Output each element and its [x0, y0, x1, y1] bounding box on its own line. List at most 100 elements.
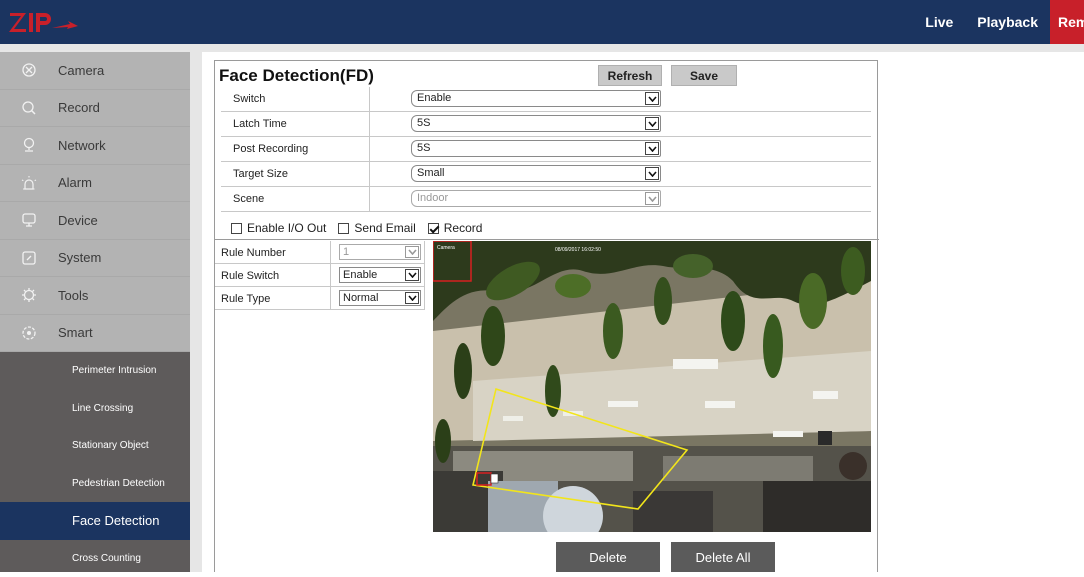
- page-title: Face Detection(FD): [219, 66, 374, 86]
- rule-number-value: 1: [343, 246, 349, 258]
- submenu-cross-counting[interactable]: Cross Counting: [0, 540, 190, 577]
- camera-scene-image: [433, 241, 871, 532]
- chevron-down-icon: [405, 246, 419, 258]
- sidebar-item-label: Smart: [58, 325, 93, 340]
- top-bar: Live Playback Rem: [0, 0, 1084, 44]
- target-size-row: Target Size Small: [221, 162, 871, 187]
- sidebar-item-camera[interactable]: Camera: [0, 52, 190, 90]
- checkbox-box[interactable]: [428, 223, 439, 234]
- scene-select[interactable]: Indoor: [411, 190, 661, 207]
- search-icon: [0, 100, 58, 116]
- post-recording-row: Post Recording 5S: [221, 137, 871, 162]
- enable-io-out-checkbox[interactable]: Enable I/O Out: [231, 221, 326, 235]
- record-label: Record: [444, 221, 483, 235]
- rule-type-value: Normal: [343, 292, 378, 304]
- submenu-face-detection[interactable]: Face Detection: [0, 502, 190, 540]
- sidebar-scrollbar[interactable]: [190, 52, 202, 572]
- sidebar-item-record[interactable]: Record: [0, 90, 190, 128]
- sidebar-item-tools[interactable]: Tools: [0, 277, 190, 315]
- sidebar-item-smart[interactable]: Smart: [0, 315, 190, 353]
- nav-remote[interactable]: Rem: [1050, 0, 1084, 44]
- rule-number-select[interactable]: 1: [339, 244, 421, 260]
- camera-name-overlay: Camera: [437, 245, 455, 251]
- save-button[interactable]: Save: [671, 65, 737, 86]
- sidebar-item-label: Alarm: [58, 175, 92, 190]
- divider: [369, 137, 370, 162]
- rule-type-label: Rule Type: [221, 293, 270, 305]
- sidebar-item-label: Record: [58, 100, 100, 115]
- nav-playback[interactable]: Playback: [965, 0, 1050, 44]
- submenu-pedestrian-detection[interactable]: Pedestrian Detection: [0, 465, 190, 503]
- chevron-down-icon: [405, 269, 419, 281]
- switch-select[interactable]: Enable: [411, 90, 661, 107]
- latch-time-row: Latch Time 5S: [221, 112, 871, 137]
- sidebar-item-label: System: [58, 250, 101, 265]
- nav-live[interactable]: Live: [913, 0, 965, 44]
- divider: [369, 187, 370, 212]
- divider: [369, 112, 370, 137]
- post-recording-select[interactable]: 5S: [411, 140, 661, 157]
- chevron-down-icon: [405, 292, 419, 304]
- alarm-icon: [0, 175, 58, 191]
- divider: [330, 287, 331, 309]
- smart-icon: [0, 325, 58, 341]
- camera-icon: [0, 62, 58, 78]
- post-recording-label: Post Recording: [233, 143, 308, 155]
- send-email-checkbox[interactable]: Send Email: [338, 221, 415, 235]
- chevron-down-icon: [645, 192, 659, 205]
- record-checkbox[interactable]: Record: [428, 221, 483, 235]
- header-separator: [0, 44, 1084, 52]
- checkbox-box[interactable]: [231, 223, 242, 234]
- divider: [330, 241, 331, 263]
- device-icon: [0, 212, 58, 228]
- chevron-down-icon: [645, 117, 659, 130]
- switch-value: Enable: [417, 92, 451, 104]
- sidebar-item-network[interactable]: Network: [0, 127, 190, 165]
- rule-number-label: Rule Number: [221, 247, 286, 259]
- rule-type-row: Rule Type Normal: [215, 287, 424, 310]
- sidebar-item-label: Camera: [58, 63, 104, 78]
- rule-switch-row: Rule Switch Enable: [215, 264, 424, 287]
- network-icon: [0, 137, 58, 153]
- submenu-perimeter-intrusion[interactable]: Perimeter Intrusion: [0, 352, 190, 390]
- zip-logo: [8, 8, 88, 36]
- chevron-down-icon: [645, 142, 659, 155]
- sidebar-item-alarm[interactable]: Alarm: [0, 165, 190, 203]
- system-icon: [0, 250, 58, 266]
- scene-value: Indoor: [417, 192, 448, 204]
- rule-type-select[interactable]: Normal: [339, 290, 421, 306]
- rule-switch-value: Enable: [343, 269, 377, 281]
- sidebar-item-label: Device: [58, 213, 98, 228]
- delete-all-button[interactable]: Delete All: [671, 542, 775, 572]
- submenu-stationary-object[interactable]: Stationary Object: [0, 427, 190, 465]
- camera-preview[interactable]: Camera 08/09/2017 16:02:50: [433, 241, 871, 532]
- switch-label: Switch: [233, 93, 265, 105]
- face-detection-panel: Face Detection(FD) Refresh Save Switch E…: [214, 60, 878, 572]
- sidebar-item-label: Tools: [58, 288, 88, 303]
- post-recording-value: 5S: [417, 142, 430, 154]
- sidebar-item-device[interactable]: Device: [0, 202, 190, 240]
- target-size-label: Target Size: [233, 168, 288, 180]
- checkbox-box[interactable]: [338, 223, 349, 234]
- rule-number-row: Rule Number 1: [215, 241, 424, 264]
- delete-button[interactable]: Delete: [556, 542, 660, 572]
- refresh-button[interactable]: Refresh: [598, 65, 662, 86]
- rule-switch-select[interactable]: Enable: [339, 267, 421, 283]
- scene-label: Scene: [233, 193, 264, 205]
- divider: [215, 239, 879, 240]
- latch-time-select[interactable]: 5S: [411, 115, 661, 132]
- target-size-select[interactable]: Small: [411, 165, 661, 182]
- divider: [330, 264, 331, 286]
- send-email-label: Send Email: [354, 221, 415, 235]
- sidebar-item-label: Network: [58, 138, 106, 153]
- sidebar: Camera Record Network Alarm Device Syste…: [0, 52, 190, 572]
- rule-switch-label: Rule Switch: [221, 270, 279, 282]
- target-size-value: Small: [417, 167, 445, 179]
- enable-io-out-label: Enable I/O Out: [247, 221, 326, 235]
- gear-icon: [0, 287, 58, 303]
- rule-table: Rule Number 1 Rule Switch Enable Rule Ty…: [215, 241, 425, 310]
- chevron-down-icon: [645, 167, 659, 180]
- sidebar-item-system[interactable]: System: [0, 240, 190, 278]
- chevron-down-icon: [645, 92, 659, 105]
- submenu-line-crossing[interactable]: Line Crossing: [0, 390, 190, 428]
